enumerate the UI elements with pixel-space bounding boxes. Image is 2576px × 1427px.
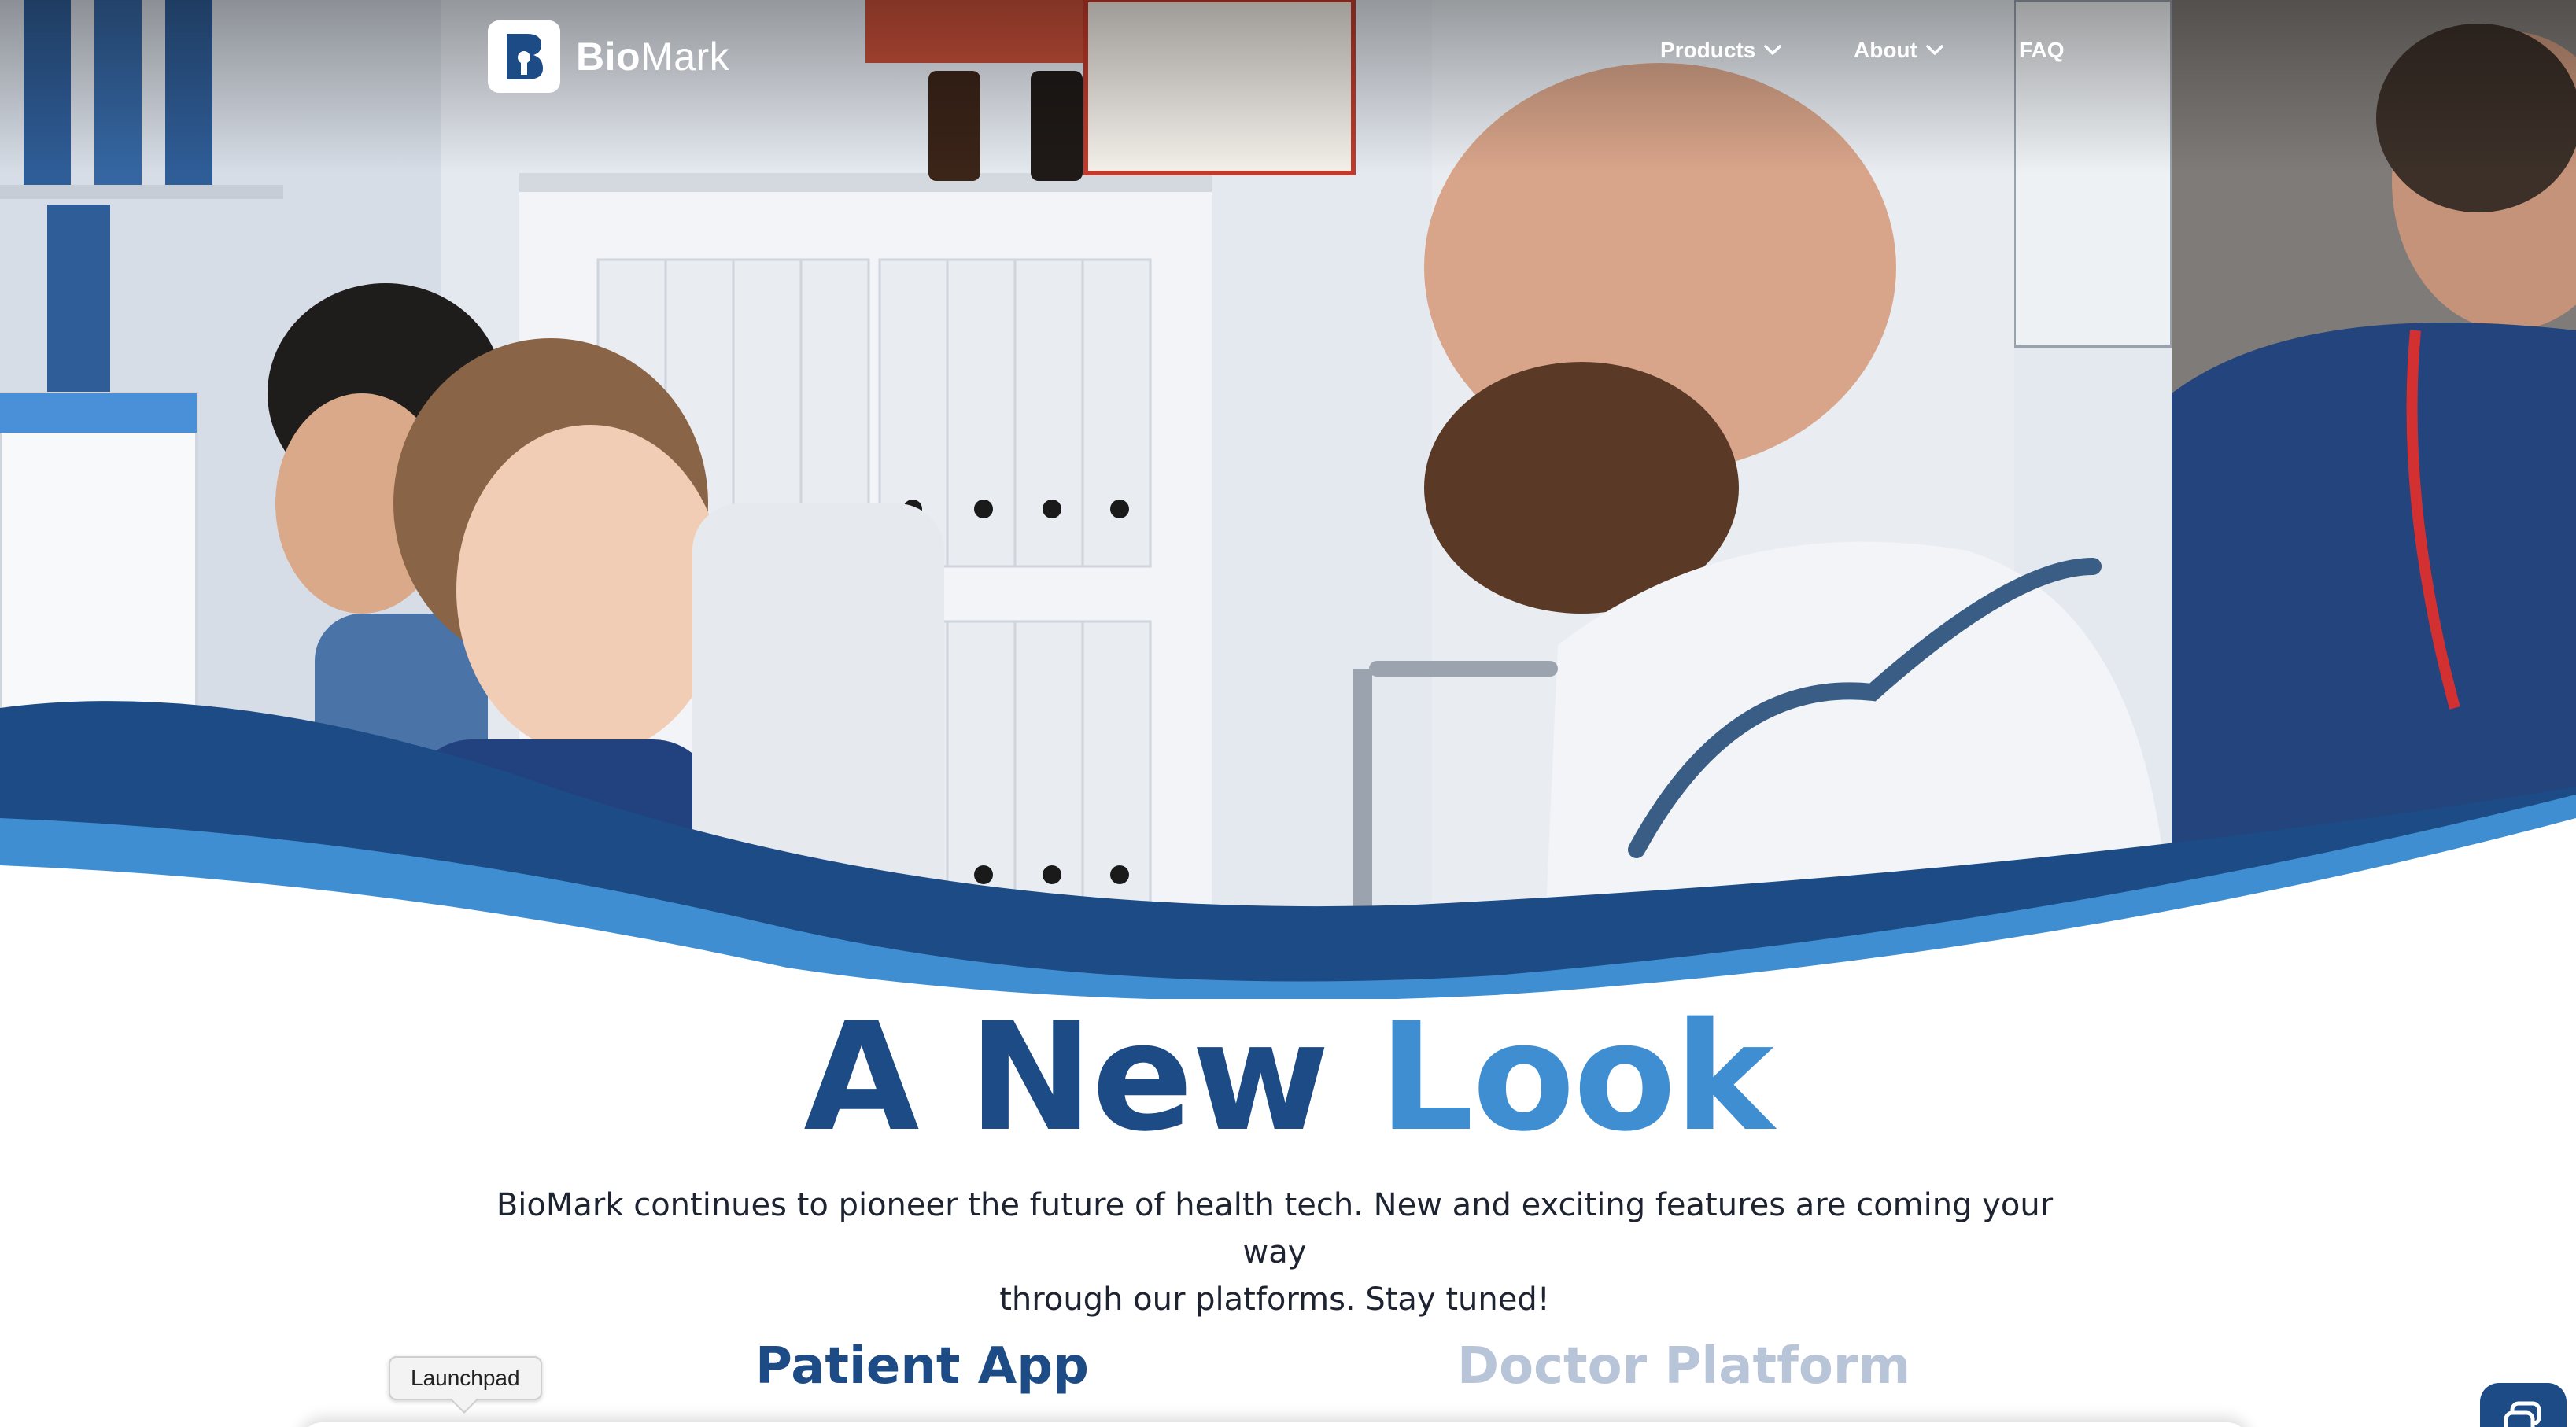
intro-text: BioMark continues to pioneer the future … [488,1182,2061,1323]
nav-faq[interactable]: FAQ [2019,38,2065,63]
nav-about-label: About [1854,38,1917,62]
top-navigation: BioMark Products About FAQ [0,0,2576,118]
headline-part2: Look [1378,990,1773,1164]
platform-card [299,1422,2250,1427]
intro-line-1: BioMark continues to pioneer the future … [496,1187,2054,1270]
launchpad-tooltip: Launchpad [389,1356,542,1400]
hero-photo [0,0,2576,999]
nav-products[interactable]: Products [1660,38,1782,63]
page-headline: A New Look [0,995,2576,1160]
tab-patient-app[interactable]: Patient App [755,1337,1089,1396]
chevron-down-icon [1926,45,1943,55]
chat-icon [2504,1401,2541,1427]
nav-links: Products About FAQ [0,38,2576,77]
nav-about[interactable]: About [1854,38,1944,63]
headline-part1: A New [803,990,1379,1164]
chat-button[interactable] [2480,1383,2567,1427]
nav-faq-label: FAQ [2019,38,2065,62]
tab-doctor-platform[interactable]: Doctor Platform [1457,1337,1910,1396]
chevron-down-icon [1764,45,1782,55]
hero-banner: BioMark Products About FAQ [0,0,2576,999]
nav-products-label: Products [1660,38,1756,62]
intro-line-2: through our platforms. Stay tuned! [999,1281,1550,1318]
